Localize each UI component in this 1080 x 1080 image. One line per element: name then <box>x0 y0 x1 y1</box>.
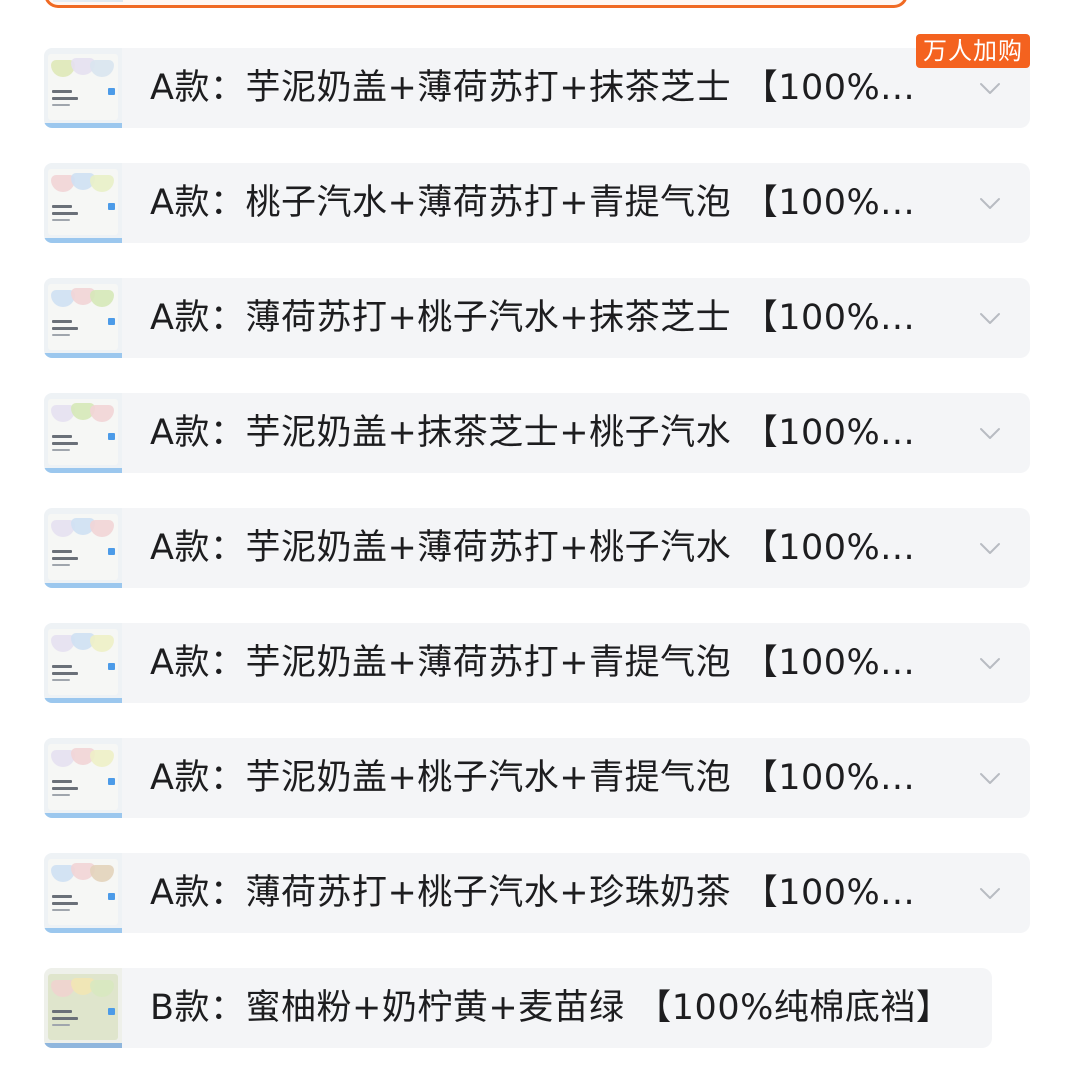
selected-option-thumbnail <box>53 0 123 2</box>
product-thumbnail <box>44 853 122 933</box>
selected-option-edge[interactable] <box>44 0 908 8</box>
sku-option-row[interactable]: A款：桃子汽水+薄荷苏打+青提气泡 【100%... <box>44 163 1030 243</box>
sku-option-label: A款：芋泥奶盖+桃子汽水+青提气泡 【100%... <box>150 758 916 798</box>
product-thumbnail <box>44 163 122 243</box>
product-thumbnail <box>44 48 122 128</box>
sku-option-label: A款：芋泥奶盖+抹茶芝士+桃子汽水 【100%... <box>150 413 916 453</box>
sku-option-row[interactable]: A款：芋泥奶盖+薄荷苏打+桃子汽水 【100%... <box>44 508 1030 588</box>
product-thumbnail <box>44 738 122 818</box>
chevron-down-icon[interactable] <box>978 536 1002 560</box>
sku-option-label: A款：桃子汽水+薄荷苏打+青提气泡 【100%... <box>150 183 916 223</box>
sku-option-label: B款：蜜柚粉+奶柠黄+麦苗绿 【100%纯棉底裆】 <box>150 988 952 1028</box>
chevron-down-icon[interactable] <box>978 76 1002 100</box>
sku-option-row[interactable]: A款：芋泥奶盖+薄荷苏打+青提气泡 【100%... <box>44 623 1030 703</box>
sku-option-row[interactable]: A款：薄荷苏打+桃子汽水+珍珠奶茶 【100%... <box>44 853 1030 933</box>
product-thumbnail <box>44 278 122 358</box>
sku-option-row[interactable]: A款：薄荷苏打+桃子汽水+抹茶芝士 【100%... <box>44 278 1030 358</box>
chevron-down-icon[interactable] <box>978 306 1002 330</box>
sku-option-list: A款：芋泥奶盖+薄荷苏打+抹茶芝士 【100%... 万人加购 A款：桃子汽水+薄荷… <box>0 0 1080 1080</box>
product-thumbnail <box>44 393 122 473</box>
chevron-down-icon[interactable] <box>978 191 1002 215</box>
chevron-down-icon[interactable] <box>978 881 1002 905</box>
chevron-down-icon[interactable] <box>978 421 1002 445</box>
product-thumbnail <box>44 623 122 703</box>
sku-option-label: A款：芋泥奶盖+薄荷苏打+桃子汽水 【100%... <box>150 528 916 568</box>
sku-option-label: A款：薄荷苏打+桃子汽水+抹茶芝士 【100%... <box>150 298 916 338</box>
popular-badge: 万人加购 <box>916 34 1030 68</box>
product-thumbnail <box>44 508 122 588</box>
product-thumbnail <box>44 968 122 1048</box>
sku-option-row[interactable]: A款：芋泥奶盖+抹茶芝士+桃子汽水 【100%... <box>44 393 1030 473</box>
chevron-down-icon[interactable] <box>978 651 1002 675</box>
sku-option-row[interactable]: A款：芋泥奶盖+桃子汽水+青提气泡 【100%... <box>44 738 1030 818</box>
chevron-down-icon[interactable] <box>978 766 1002 790</box>
sku-option-label: A款：薄荷苏打+桃子汽水+珍珠奶茶 【100%... <box>150 873 916 913</box>
sku-option-label: A款：芋泥奶盖+薄荷苏打+抹茶芝士 【100%... <box>150 68 916 108</box>
sku-option-row[interactable]: B款：蜜柚粉+奶柠黄+麦苗绿 【100%纯棉底裆】 <box>44 968 992 1048</box>
sku-option-row[interactable]: A款：芋泥奶盖+薄荷苏打+抹茶芝士 【100%... 万人加购 <box>44 34 1030 128</box>
sku-option-label: A款：芋泥奶盖+薄荷苏打+青提气泡 【100%... <box>150 643 916 683</box>
